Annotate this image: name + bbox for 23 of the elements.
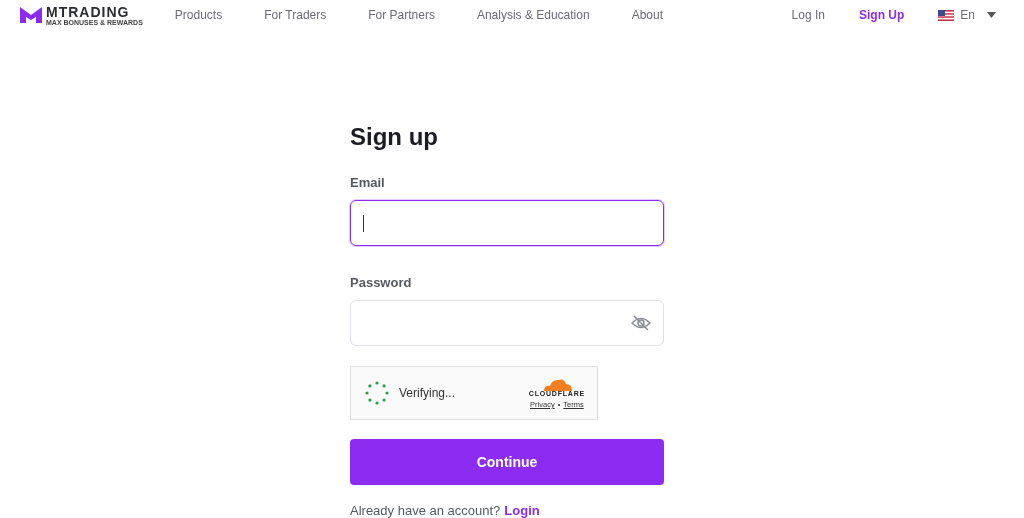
field-label: Password [350,275,412,291]
nav-link[interactable]: For Traders [264,8,327,22]
login-link[interactable]: Login [504,503,540,518]
logo-text: MTRADING [46,4,131,19]
auth-link[interactable]: Sign Up [859,8,905,22]
cloud-icon [541,377,572,391]
language-label[interactable]: En [960,8,975,22]
page-title: Sign up [350,122,439,152]
spinner-icon [365,381,389,405]
flag-icon [938,9,955,21]
nav-link[interactable]: About [631,8,663,22]
captcha-status: Verifying... [399,386,456,400]
input-field[interactable] [350,200,664,246]
hidden-eye-icon[interactable] [631,314,651,332]
continue-button[interactable]: Continue [350,439,664,485]
auth-link[interactable]: Log In [791,8,825,22]
logo-icon [20,7,42,23]
nav-link[interactable]: Products [174,8,223,22]
nav-link[interactable]: For Partners [368,8,435,22]
field-label: Email [350,175,385,191]
nav-link[interactable]: Analysis & Education [476,8,590,22]
caret-icon[interactable] [987,12,996,18]
footer-text: Already have an account? [350,503,501,518]
